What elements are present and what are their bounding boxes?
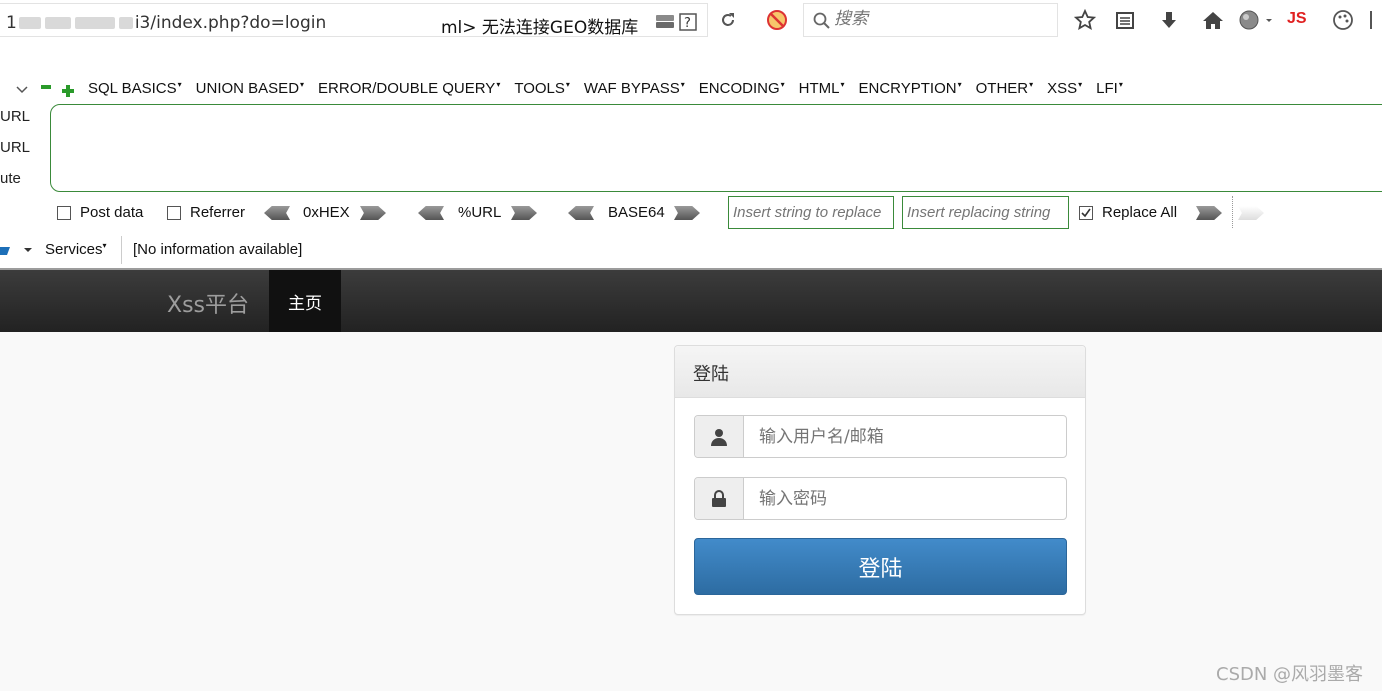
user-icon <box>695 416 744 457</box>
page-info-icon[interactable]: ? <box>654 11 700 33</box>
password-input-group <box>694 477 1067 520</box>
url-path: i3/index.php?do=login <box>134 13 327 33</box>
redacted-mark <box>118 17 133 29</box>
services-menu[interactable]: Services▾ <box>45 241 107 258</box>
minus-icon[interactable] <box>41 85 51 89</box>
page-title-in-url: ml> 无法连接GEO数据库 <box>441 18 639 38</box>
menu-error-double-query[interactable]: ERROR/DOUBLE QUERY▾ <box>318 80 500 97</box>
lock-icon <box>695 478 744 519</box>
menu-other[interactable]: OTHER▾ <box>976 80 1034 97</box>
hex-label: 0xHEX <box>303 204 350 221</box>
search-icon <box>813 12 830 29</box>
divider <box>121 236 122 264</box>
menu-xss[interactable]: XSS▾ <box>1047 80 1082 97</box>
menu-html[interactable]: HTML▾ <box>799 80 845 97</box>
url-prefix: 1 <box>6 13 17 33</box>
reading-list-icon[interactable] <box>1110 6 1140 34</box>
hackbar-url-textarea[interactable] <box>50 104 1382 192</box>
split-url-label[interactable]: URL <box>0 139 30 156</box>
download-icon[interactable] <box>1154 6 1184 34</box>
menu-sql-basics[interactable]: SQL BASICS▾ <box>88 80 182 97</box>
hackbar-menu: SQL BASICS▾ UNION BASED▾ ERROR/DOUBLE QU… <box>88 76 1137 100</box>
execute-label[interactable]: ute <box>0 170 21 187</box>
replace-with-input[interactable] <box>902 196 1069 229</box>
login-panel: 登陆 登陆 <box>674 345 1086 615</box>
redacted-mark <box>74 17 115 29</box>
chevron-down-icon[interactable] <box>16 80 28 99</box>
redacted-mark <box>44 17 71 29</box>
plus-icon[interactable] <box>62 82 74 101</box>
bookmark-star-icon[interactable] <box>1070 6 1100 34</box>
js-toggle[interactable]: JS <box>1287 10 1307 28</box>
site-brand[interactable]: Xss平台 <box>167 287 249 319</box>
noscript-icon[interactable] <box>762 6 792 34</box>
menu-encryption[interactable]: ENCRYPTION▾ <box>859 80 962 97</box>
load-url-label[interactable]: URL <box>0 108 30 125</box>
menu-encoding[interactable]: ENCODING▾ <box>699 80 785 97</box>
post-data-label: Post data <box>80 204 144 221</box>
referrer-checkbox[interactable] <box>167 206 181 220</box>
replace-all-label: Replace All <box>1102 204 1178 221</box>
tamper-icon[interactable] <box>0 242 34 261</box>
panel-header: 登陆 <box>675 346 1085 398</box>
redacted-mark <box>18 17 41 29</box>
palette-icon[interactable] <box>1328 6 1358 34</box>
replace-all-checkbox[interactable] <box>1079 206 1093 220</box>
search-input[interactable] <box>834 8 1049 30</box>
username-input-group <box>694 415 1067 458</box>
overflow-menu-icon[interactable] <box>1360 6 1382 34</box>
menu-union-based[interactable]: UNION BASED▾ <box>196 80 304 97</box>
server-question-icon: ? <box>656 13 697 31</box>
csdn-watermark: CSDN @风羽墨客 <box>1216 664 1364 685</box>
reload-icon[interactable] <box>712 6 744 34</box>
svg-text:?: ? <box>684 16 691 31</box>
home-icon[interactable] <box>1198 6 1228 34</box>
replace-search-input[interactable] <box>728 196 894 229</box>
address-bar[interactable]: 1 i3/index.php?do=login ml> 无法连接GEO数据库 ? <box>0 3 708 38</box>
info-status-text: [No information available] <box>133 241 303 258</box>
username-input[interactable] <box>744 416 1066 457</box>
site-navbar: Xss平台 主页 <box>0 268 1382 332</box>
panel-title: 登陆 <box>693 364 729 385</box>
nav-home-link[interactable]: 主页 <box>269 270 341 332</box>
url-text[interactable]: 1 i3/index.php?do=login <box>6 13 326 33</box>
login-button[interactable]: 登陆 <box>694 538 1067 595</box>
password-input[interactable] <box>744 478 1066 519</box>
menu-tools[interactable]: TOOLS▾ <box>514 80 570 97</box>
base64-label: BASE64 <box>608 204 665 221</box>
browser-toolbar: 1 i3/index.php?do=login ml> 无法连接GEO数据库 ? <box>0 0 1382 42</box>
menu-waf-bypass[interactable]: WAF BYPASS▾ <box>584 80 685 97</box>
menu-lfi[interactable]: LFI▾ <box>1096 80 1123 97</box>
checkmark-icon <box>1081 208 1091 218</box>
referrer-label: Referrer <box>190 204 246 221</box>
post-data-checkbox[interactable] <box>57 206 71 220</box>
url-label: %URL <box>458 204 502 221</box>
divider <box>1232 196 1234 228</box>
globe-menu-icon[interactable] <box>1236 6 1276 34</box>
